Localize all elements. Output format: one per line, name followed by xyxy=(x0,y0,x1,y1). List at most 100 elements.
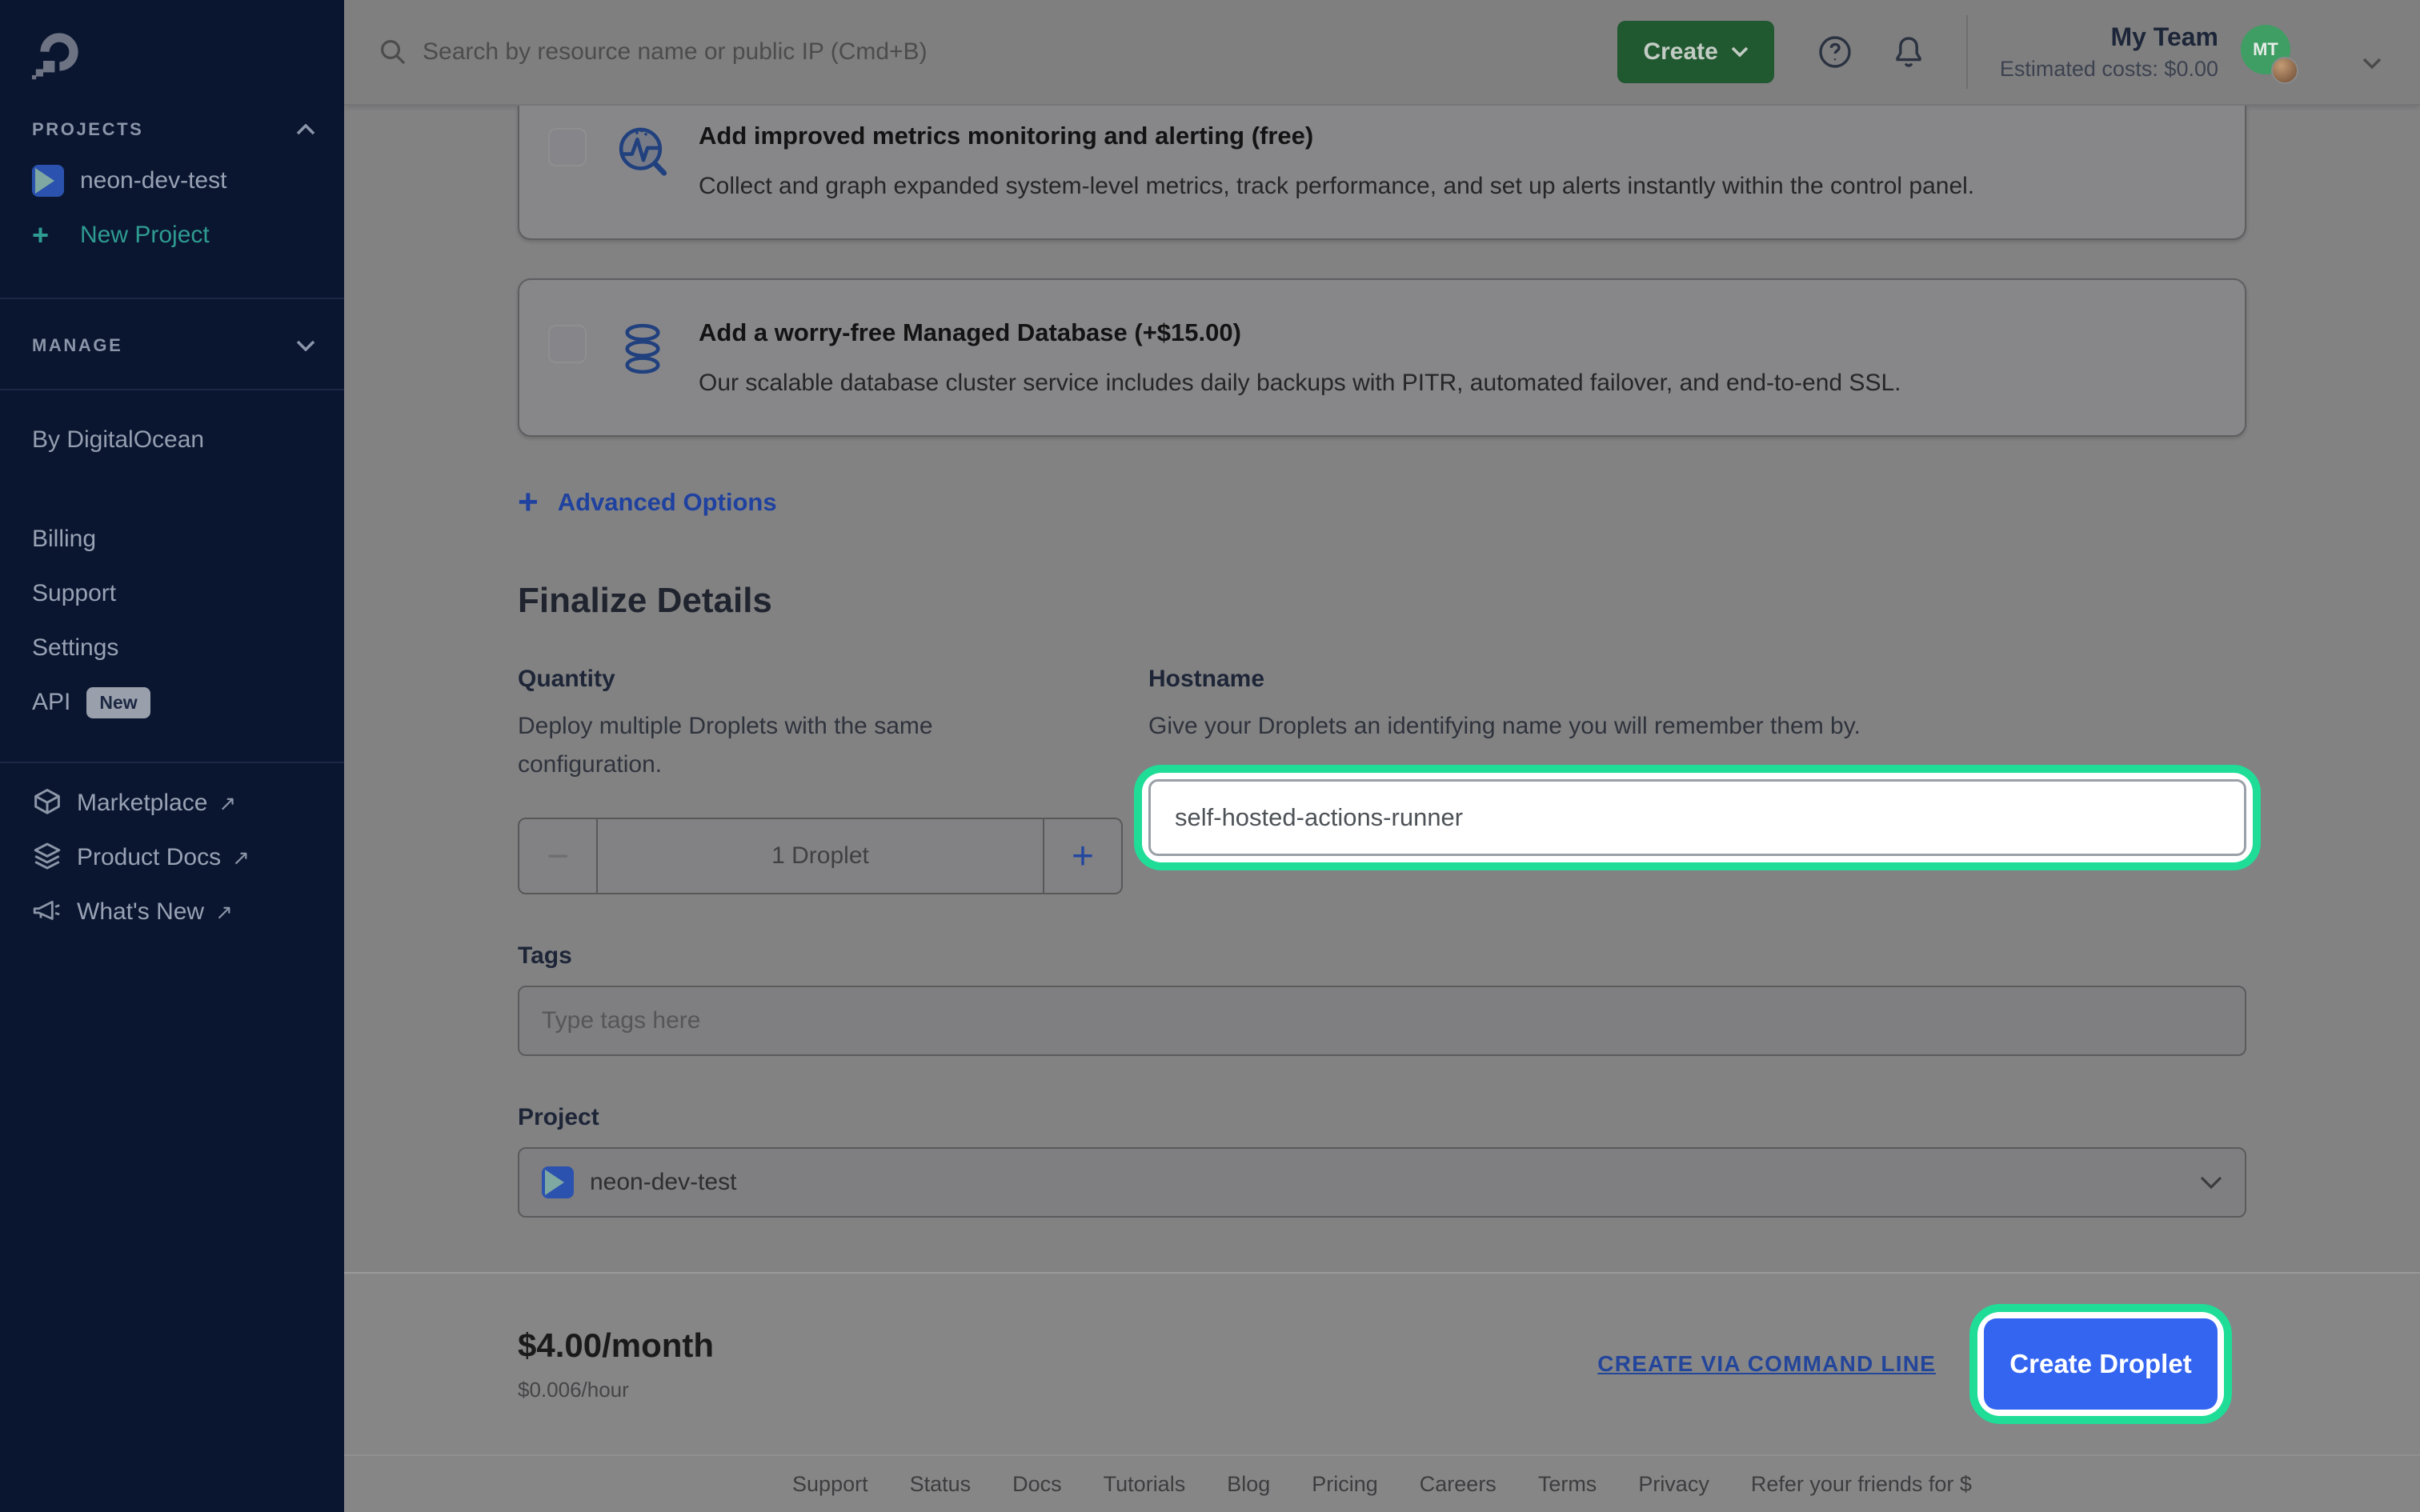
sidebar-item-marketplace[interactable]: Marketplace ↗ xyxy=(0,776,344,830)
chevron-down-icon xyxy=(2200,1175,2222,1190)
project-select-value: neon-dev-test xyxy=(590,1169,736,1196)
sidebar-divider xyxy=(0,389,344,390)
external-link-arrow-icon: ↗ xyxy=(218,791,236,816)
quantity-decrease-button[interactable]: − xyxy=(519,819,598,893)
project-label: Project xyxy=(518,1104,2246,1131)
create-droplet-button[interactable]: Create Droplet xyxy=(1984,1318,2218,1410)
footer-link[interactable]: Tutorials xyxy=(1104,1472,1186,1497)
footer-link[interactable]: Blog xyxy=(1227,1472,1270,1497)
external-link-arrow-icon: ↗ xyxy=(232,846,250,870)
sidebar-projects-header[interactable]: PROJECTS xyxy=(0,106,344,154)
footer-link[interactable]: Docs xyxy=(1012,1472,1062,1497)
top-bar: Create My Team Estimated costs: $0 xyxy=(344,0,2420,106)
footer: Support Status Docs Tutorials Blog Prici… xyxy=(344,1454,2420,1512)
user-photo-avatar xyxy=(2271,57,2298,84)
new-project-label: New Project xyxy=(80,222,210,249)
managed-database-checkbox[interactable] xyxy=(548,325,587,363)
tags-section: Tags xyxy=(518,942,2246,1056)
footer-link[interactable]: Careers xyxy=(1420,1472,1496,1497)
sidebar-manage-header[interactable]: MANAGE xyxy=(0,322,344,370)
footer-link[interactable]: Pricing xyxy=(1312,1472,1378,1497)
sidebar-project-label: neon-dev-test xyxy=(80,167,226,194)
sidebar-item-product-docs[interactable]: Product Docs ↗ xyxy=(0,830,344,885)
addon-card-monitoring: Add improved metrics monitoring and aler… xyxy=(518,106,2246,240)
sidebar-new-project-button[interactable]: + New Project xyxy=(0,208,344,262)
sidebar-item-billing[interactable]: Billing xyxy=(0,512,344,566)
account-menu[interactable]: MT xyxy=(2241,20,2295,84)
chevron-down-icon[interactable] xyxy=(2362,57,2382,70)
advanced-options-label: Advanced Options xyxy=(558,488,777,517)
hostname-input[interactable] xyxy=(1148,779,2246,856)
billing-label: Billing xyxy=(32,526,96,553)
sidebar: PROJECTS neon-dev-test + New Project MAN… xyxy=(0,0,344,1512)
digitalocean-logo-icon xyxy=(32,32,83,83)
price-per-hour: $0.006/hour xyxy=(518,1378,714,1402)
advanced-options-toggle[interactable]: + Advanced Options xyxy=(518,485,2246,520)
manage-header-label: MANAGE xyxy=(32,335,122,356)
api-label: API xyxy=(32,689,70,716)
addon-title: Add a worry-free Managed Database (+$15.… xyxy=(699,318,1901,347)
droplet-create-form: Add improved metrics monitoring and aler… xyxy=(344,106,2420,1272)
marketplace-label: Marketplace xyxy=(77,790,207,817)
support-label: Support xyxy=(32,580,116,607)
whats-new-label: What's New xyxy=(77,898,204,926)
hostname-label: Hostname xyxy=(1148,666,2246,693)
footer-link[interactable]: Refer your friends for $ xyxy=(1751,1472,1972,1497)
sidebar-item-by-digitalocean[interactable]: By DigitalOcean xyxy=(0,413,344,467)
search-input[interactable] xyxy=(423,38,1095,66)
help-icon[interactable] xyxy=(1816,33,1854,71)
price-per-month: $4.00/month xyxy=(518,1326,714,1365)
footer-link[interactable]: Terms xyxy=(1538,1472,1597,1497)
addon-description: Our scalable database cluster service in… xyxy=(699,370,1901,397)
product-docs-layers-icon xyxy=(32,842,62,873)
price-summary: $4.00/month $0.006/hour xyxy=(518,1326,714,1402)
chevron-down-icon xyxy=(1731,46,1749,58)
by-digitalocean-label: By DigitalOcean xyxy=(32,426,204,454)
plus-icon: + xyxy=(32,218,80,252)
monitoring-checkbox[interactable] xyxy=(548,128,587,166)
external-link-arrow-icon: ↗ xyxy=(215,900,233,925)
chevron-down-icon xyxy=(296,340,315,351)
footer-link[interactable]: Privacy xyxy=(1638,1472,1709,1497)
database-icon xyxy=(612,318,673,379)
quantity-increase-button[interactable]: + xyxy=(1043,819,1121,893)
project-icon xyxy=(542,1166,574,1198)
sidebar-item-api[interactable]: API New xyxy=(0,675,344,730)
project-select[interactable]: neon-dev-test xyxy=(518,1147,2246,1218)
top-bar-divider xyxy=(1966,15,1968,89)
tags-label: Tags xyxy=(518,942,2246,970)
monitoring-icon xyxy=(612,122,673,182)
footer-link[interactable]: Status xyxy=(910,1472,972,1497)
project-icon xyxy=(32,165,64,197)
create-droplet-highlight-ring: Create Droplet xyxy=(1984,1318,2218,1410)
projects-header-label: PROJECTS xyxy=(32,119,143,140)
sidebar-item-project[interactable]: neon-dev-test xyxy=(0,154,344,208)
main-area: Create My Team Estimated costs: $0 xyxy=(344,0,2420,1512)
sidebar-item-whats-new[interactable]: What's New ↗ xyxy=(0,885,344,939)
quantity-section: Quantity Deploy multiple Droplets with t… xyxy=(518,666,1123,894)
sidebar-item-settings[interactable]: Settings xyxy=(0,621,344,675)
addon-card-managed-database: Add a worry-free Managed Database (+$15.… xyxy=(518,278,2246,437)
global-search xyxy=(379,38,1617,66)
create-menu-button[interactable]: Create xyxy=(1617,21,1773,83)
quantity-value: 1 Droplet xyxy=(598,819,1043,893)
team-name: My Team xyxy=(2000,20,2218,54)
project-section: Project neon-dev-test xyxy=(518,1104,2246,1218)
create-via-command-line-link[interactable]: CREATE VIA COMMAND LINE xyxy=(1597,1351,1936,1377)
product-docs-label: Product Docs xyxy=(77,844,221,871)
hostname-description: Give your Droplets an identifying name y… xyxy=(1148,707,2246,746)
hostname-section: Hostname Give your Droplets an identifyi… xyxy=(1148,666,2246,894)
plus-icon: + xyxy=(518,485,539,520)
addon-title: Add improved metrics monitoring and aler… xyxy=(699,122,1974,150)
sidebar-item-support[interactable]: Support xyxy=(0,566,344,621)
addon-description: Collect and graph expanded system-level … xyxy=(699,173,1974,200)
quantity-label: Quantity xyxy=(518,666,1123,693)
estimated-costs: Estimated costs: $0.00 xyxy=(2000,54,2218,83)
quantity-description: Deploy multiple Droplets with the same c… xyxy=(518,707,1014,784)
finalize-details-heading: Finalize Details xyxy=(518,581,2246,621)
notifications-bell-icon[interactable] xyxy=(1889,33,1928,71)
tags-input[interactable] xyxy=(518,986,2246,1056)
sidebar-divider xyxy=(0,298,344,299)
team-info[interactable]: My Team Estimated costs: $0.00 xyxy=(2000,20,2218,84)
footer-link[interactable]: Support xyxy=(792,1472,868,1497)
